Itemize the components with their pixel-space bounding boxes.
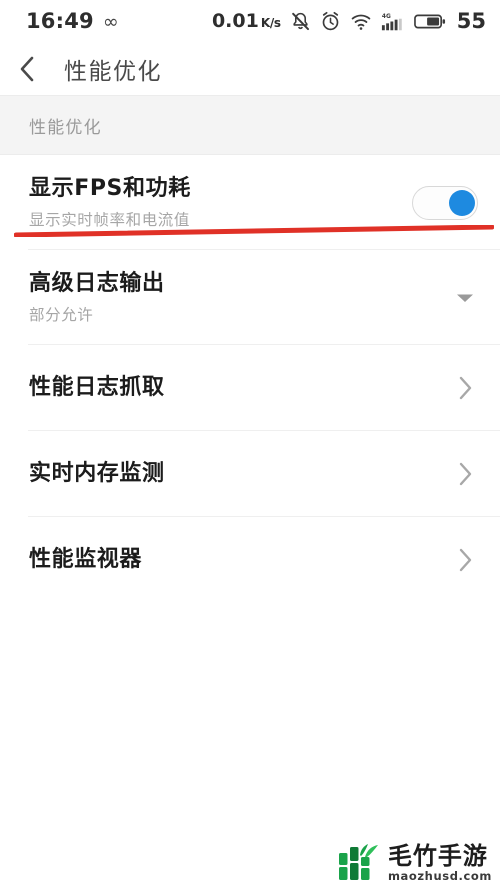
row-title: 性能日志抓取 [29, 375, 165, 401]
section-header-label: 性能优化 [29, 117, 102, 138]
page-title: 性能优化 [64, 58, 162, 85]
watermark-url: maozhusd.com [387, 868, 492, 883]
row-title: 性能监视器 [29, 547, 143, 573]
watermark: 毛竹手游 maozhusd.com [337, 843, 492, 883]
network-speed: 0.01 K/s [212, 10, 281, 32]
phone-screen: 16:49 ∞ 0.01 K/s 4G 55 性能优化 性能优化 显示FPS和功… [0, 0, 500, 889]
disclosure-arrow[interactable] [452, 374, 478, 402]
row-subtitle: 部分允许 [29, 305, 94, 324]
watermark-brand: 毛竹手游 [387, 841, 488, 870]
row-texts: 性能日志抓取 [29, 374, 452, 402]
status-bar: 16:49 ∞ 0.01 K/s 4G 55 [0, 0, 500, 42]
status-bar-left: 16:49 ∞ [26, 9, 119, 33]
network-speed-unit: K/s [260, 16, 281, 30]
back-button[interactable] [0, 42, 54, 95]
list-item-performance-log-capture[interactable]: 性能日志抓取 [0, 345, 500, 431]
chevron-right-icon [459, 376, 471, 400]
battery-percent: 55 [456, 9, 486, 33]
row-texts: 显示FPS和功耗 显示实时帧率和电流值 [29, 175, 412, 229]
battery-icon [413, 12, 447, 31]
list-item-advanced-log-output[interactable]: 高级日志输出 部分允许 [0, 250, 500, 345]
title-bar: 性能优化 [0, 42, 500, 95]
list-item-realtime-memory-monitor[interactable]: 实时内存监测 [0, 431, 500, 517]
list-item-performance-monitor[interactable]: 性能监视器 [0, 517, 500, 603]
disclosure-arrow[interactable] [452, 460, 478, 488]
infinity-icon: ∞ [102, 10, 119, 33]
section-header: 性能优化 [0, 95, 500, 155]
disclosure-arrow[interactable] [452, 546, 478, 574]
row-texts: 性能监视器 [29, 546, 452, 574]
list-item-show-fps[interactable]: 显示FPS和功耗 显示实时帧率和电流值 [0, 155, 500, 250]
row-texts: 高级日志输出 部分允许 [29, 270, 452, 324]
bamboo-logo-icon [338, 844, 378, 880]
back-chevron-icon [20, 56, 34, 81]
signal-label: 4G [382, 13, 391, 19]
chevron-down-icon [457, 294, 473, 302]
row-title: 高级日志输出 [29, 271, 165, 297]
status-bar-right: 0.01 K/s 4G 55 [212, 9, 486, 33]
chevron-right-icon [459, 548, 471, 572]
row-title: 显示FPS和功耗 [29, 176, 191, 202]
row-title: 实时内存监测 [29, 461, 165, 487]
signal-4g-icon: 4G [381, 11, 405, 32]
show-fps-toggle[interactable] [412, 185, 478, 220]
wifi-icon [350, 11, 372, 32]
status-time: 16:49 [26, 9, 94, 33]
alarm-clock-icon [320, 11, 341, 32]
mute-bell-icon [290, 11, 311, 32]
network-speed-value: 0.01 [211, 10, 259, 32]
settings-list: 显示FPS和功耗 显示实时帧率和电流值 高级日志输出 部分允许 性能日志抓取 实… [0, 155, 500, 603]
watermark-texts: 毛竹手游 maozhusd.com [388, 844, 492, 883]
row-texts: 实时内存监测 [29, 460, 452, 488]
row-subtitle: 显示实时帧率和电流值 [29, 210, 191, 229]
advanced-log-dropdown[interactable] [452, 291, 478, 305]
chevron-right-icon [459, 462, 471, 486]
toggle-knob [449, 189, 475, 216]
